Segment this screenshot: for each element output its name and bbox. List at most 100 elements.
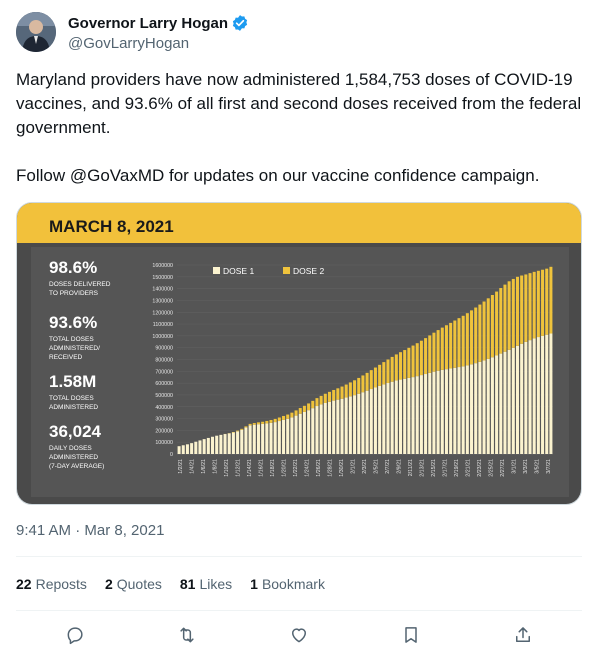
reposts-label: Reposts	[35, 576, 87, 592]
bar-dose1	[261, 423, 265, 454]
y-tick-label: 100000	[155, 440, 173, 446]
bar-dose2	[265, 420, 269, 424]
bar-dose1	[353, 395, 357, 454]
bar-dose2	[378, 364, 382, 386]
likes-stat[interactable]: 81 Likes	[180, 576, 232, 596]
bar-dose1	[436, 370, 440, 454]
stat-label: TO PROVIDERS	[49, 290, 99, 297]
bar-dose2	[419, 340, 423, 376]
bar-dose2	[315, 398, 319, 407]
bar-dose2	[424, 338, 428, 375]
x-tick-label: 1/14/21	[247, 459, 253, 477]
date-title: MARCH 8, 2021	[49, 217, 174, 236]
bar-dose1	[373, 387, 377, 454]
bar-dose2	[503, 284, 507, 352]
retweet-icon[interactable]	[172, 620, 202, 650]
stat-label: DOSES DELIVERED	[49, 281, 111, 288]
share-icon[interactable]	[508, 620, 538, 650]
y-tick-label: 1100000	[153, 322, 173, 328]
bar-dose1	[470, 364, 474, 454]
bar-dose1	[482, 360, 486, 454]
bar-dose1	[190, 443, 194, 454]
bar-dose1	[344, 397, 348, 454]
bar-dose1	[457, 367, 461, 454]
bar-dose2	[486, 298, 490, 359]
bar-dose1	[269, 422, 273, 454]
bookmarks-count: 1	[250, 576, 258, 592]
x-tick-label: 1/26/21	[316, 459, 322, 477]
tweet-timestamp[interactable]: 9:41 AM · Mar 8, 2021	[16, 522, 164, 539]
bar-dose1	[449, 368, 453, 454]
stat-label: DAILY DOSES	[49, 445, 92, 452]
reposts-count: 22	[16, 576, 32, 592]
bar-dose2	[332, 389, 336, 401]
x-tick-label: 1/18/21	[270, 459, 276, 477]
bar-dose1	[185, 444, 189, 454]
y-tick-label: 300000	[155, 417, 173, 423]
bar-dose1	[231, 432, 235, 454]
reply-icon[interactable]	[60, 620, 90, 650]
quotes-stat[interactable]: 2 Quotes	[105, 576, 162, 596]
bar-dose1	[323, 402, 327, 454]
bar-dose2	[490, 295, 494, 358]
author-handle[interactable]: @GovLarryHogan	[68, 35, 189, 52]
bar-dose1	[302, 411, 306, 454]
x-tick-label: 2/3/21	[362, 459, 368, 474]
bar-dose2	[495, 291, 499, 356]
bar-dose2	[302, 405, 306, 412]
bar-dose2	[286, 414, 290, 419]
bar-dose2	[269, 419, 273, 423]
bar-dose2	[507, 281, 511, 350]
bar-dose2	[319, 395, 323, 405]
bar-dose2	[357, 377, 361, 394]
bar-dose1	[415, 376, 419, 454]
bar-dose1	[336, 399, 340, 454]
reposts-stat[interactable]: 22 Reposts	[16, 576, 87, 596]
bar-dose2	[348, 382, 352, 397]
bar-dose1	[378, 385, 382, 454]
bar-dose1	[520, 343, 524, 454]
avatar[interactable]	[16, 12, 56, 52]
bar-dose2	[252, 423, 256, 425]
bar-dose2	[549, 266, 553, 334]
bar-dose1	[403, 378, 407, 454]
legend-swatch	[283, 267, 290, 274]
bookmarks-label: Bookmark	[261, 576, 325, 592]
bar-dose1	[419, 375, 423, 454]
bar-dose2	[428, 335, 432, 373]
bar-dose2	[311, 400, 315, 409]
bar-dose2	[361, 375, 365, 393]
bar-dose1	[211, 436, 215, 454]
bar-dose1	[528, 340, 532, 454]
bar-dose1	[340, 398, 344, 454]
bookmark-icon[interactable]	[396, 620, 426, 650]
legend-swatch	[213, 267, 220, 274]
bar-dose1	[545, 334, 549, 454]
bar-dose2	[394, 354, 398, 381]
bar-dose1	[198, 440, 202, 454]
bar-dose1	[524, 341, 528, 454]
quotes-label: Quotes	[116, 576, 162, 592]
bookmarks-stat[interactable]: 1 Bookmark	[250, 576, 325, 596]
bar-dose1	[215, 435, 219, 454]
bar-dose1	[290, 417, 294, 454]
bar-dose1	[294, 415, 298, 454]
bar-dose2	[256, 422, 260, 425]
bar-dose2	[457, 318, 461, 368]
bar-dose1	[453, 367, 457, 454]
stat-label: ADMINISTERED/	[49, 345, 100, 352]
x-tick-label: 2/15/21	[431, 459, 437, 477]
x-tick-label: 1/10/21	[224, 459, 230, 477]
like-icon[interactable]	[284, 620, 314, 650]
bar-dose1	[227, 433, 231, 454]
bar-dose2	[244, 426, 248, 428]
y-tick-label: 1300000	[152, 298, 173, 304]
bar-dose1	[244, 427, 248, 454]
x-tick-label: 1/22/21	[293, 459, 299, 477]
bar-dose1	[265, 423, 269, 454]
author-name[interactable]: Governor Larry Hogan	[68, 15, 228, 32]
engagement-stats: 22 Reposts 2 Quotes 81 Likes 1 Bookmark	[16, 576, 325, 596]
stat-value: 98.6%	[49, 258, 97, 277]
bar-dose2	[499, 288, 503, 354]
infographic-image[interactable]: MARCH 8, 2021 98.6% DOSES DELIVERED TO PRO…	[16, 202, 582, 505]
